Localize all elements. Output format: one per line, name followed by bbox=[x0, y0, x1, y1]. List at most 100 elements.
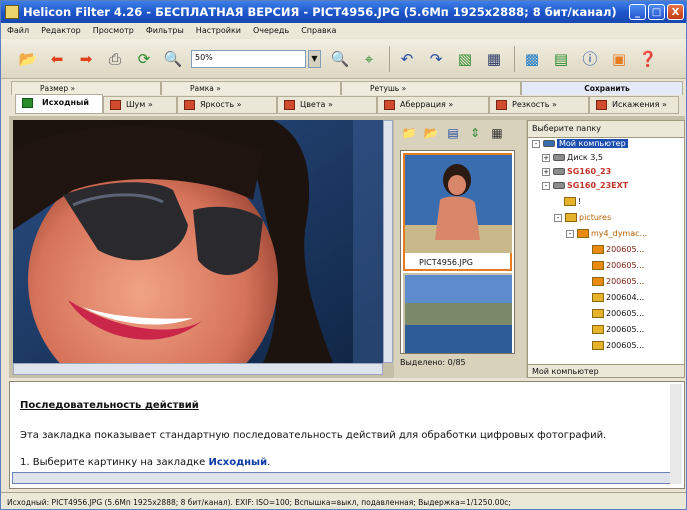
tree-node[interactable]: 200605... bbox=[592, 309, 644, 318]
tree-node[interactable]: 200605... bbox=[592, 325, 644, 334]
view-icon[interactable]: ▦ bbox=[488, 124, 506, 142]
info-icon[interactable]: ▣ bbox=[608, 48, 630, 70]
computer-icon bbox=[543, 140, 555, 147]
undo-icon[interactable]: ↶ bbox=[396, 48, 418, 70]
menu-help[interactable]: Справка bbox=[301, 26, 336, 35]
filter-icon bbox=[110, 100, 121, 110]
tab-frame[interactable]: Рамка » bbox=[161, 81, 341, 95]
tab-aberration[interactable]: Аберрация » bbox=[377, 96, 489, 114]
rotate-icon[interactable]: ⟳ bbox=[133, 48, 155, 70]
open-folder-icon[interactable]: 📂 bbox=[422, 124, 440, 142]
tab-label: Аберрация » bbox=[400, 100, 454, 109]
tree-node[interactable]: 200605... bbox=[592, 245, 644, 254]
tab-size[interactable]: Размер » bbox=[11, 81, 161, 95]
image-preview[interactable] bbox=[13, 120, 383, 363]
tab-distortion[interactable]: Искажения » bbox=[589, 96, 679, 114]
open-folder-icon[interactable]: 📂 bbox=[17, 48, 39, 70]
batch-icon[interactable]: ▧ bbox=[454, 48, 476, 70]
tab-sharpness[interactable]: Резкость » bbox=[489, 96, 589, 114]
tab-brightness[interactable]: Яркость » bbox=[177, 96, 277, 114]
tree-node[interactable]: - pictures bbox=[554, 213, 611, 222]
thumbnails-icon[interactable]: ▩ bbox=[521, 48, 543, 70]
folder-tree-status: Мой компьютер bbox=[528, 364, 684, 377]
tree-node[interactable]: 200605... bbox=[592, 277, 644, 286]
help-icon[interactable]: ❓ bbox=[637, 48, 659, 70]
tree-node[interactable]: + Диск 3,5 bbox=[542, 153, 603, 162]
tree-node[interactable]: 200604... bbox=[592, 293, 644, 302]
menu-queue[interactable]: Очередь bbox=[253, 26, 289, 35]
title-bar[interactable]: Helicon Filter 4.26 - БЕСПЛАТНАЯ ВЕРСИЯ … bbox=[1, 1, 686, 23]
tree-icon[interactable]: ▤ bbox=[550, 48, 572, 70]
chevron-down-icon[interactable]: ▼ bbox=[308, 49, 321, 68]
menu-edit[interactable]: Редактор bbox=[41, 26, 81, 35]
filter-icon bbox=[184, 100, 195, 110]
drive-icon bbox=[553, 182, 565, 189]
vertical-scrollbar[interactable] bbox=[383, 120, 393, 363]
help-panel: Последовательность действий Эта закладка… bbox=[9, 381, 685, 489]
folder-icon bbox=[592, 277, 604, 286]
folder-icon bbox=[592, 293, 604, 302]
thumbnail-item[interactable] bbox=[403, 273, 512, 353]
info-icon[interactable]: ⓘ bbox=[579, 48, 601, 70]
window-title: Helicon Filter 4.26 - БЕСПЛАТНАЯ ВЕРСИЯ … bbox=[23, 5, 617, 19]
help-text: Эта закладка показывает стандартную посл… bbox=[20, 430, 607, 441]
folder-tree-panel: Выберите папку - Мой компьютер + Диск 3,5 … bbox=[527, 120, 685, 378]
tree-node[interactable]: + SG160_23 bbox=[542, 167, 611, 176]
tab-label: Шум » bbox=[126, 100, 153, 109]
help-step-text: 1. Выберите картинку на закладке bbox=[20, 457, 209, 468]
folder-icon bbox=[592, 309, 604, 318]
zoom-out-icon[interactable]: 🔍 bbox=[162, 48, 184, 70]
filter-icon bbox=[384, 100, 395, 110]
file-icon[interactable]: ▤ bbox=[444, 124, 462, 142]
app-icon bbox=[5, 5, 19, 19]
thumbnail-list: PICT4956.JPG bbox=[400, 150, 515, 354]
folder-icon bbox=[592, 245, 604, 254]
tab-noise[interactable]: Шум » bbox=[103, 96, 177, 114]
horizontal-scrollbar[interactable] bbox=[12, 472, 674, 484]
tree-node[interactable]: ! bbox=[564, 197, 581, 206]
tree-node[interactable]: - my4_dymac... bbox=[566, 229, 647, 238]
tab-save[interactable]: Сохранить bbox=[521, 81, 683, 95]
folder-icon bbox=[577, 229, 589, 238]
minimize-button[interactable]: _ bbox=[629, 4, 646, 20]
thumbnail-panel: 📁 📂 ▤ ⇕ ▦ PICT4956.JPG Выделено: 0/85 bbox=[394, 120, 526, 378]
tree-node[interactable]: 200605... bbox=[592, 341, 644, 350]
tab-label: Исходный bbox=[42, 98, 89, 107]
compare-icon[interactable]: ▦ bbox=[483, 48, 505, 70]
tree-node[interactable]: - SG160_23EXT bbox=[542, 181, 628, 190]
sort-icon[interactable]: ⇕ bbox=[466, 124, 484, 142]
menu-bar: Файл Редактор Просмотр Фильтры Настройки… bbox=[1, 23, 686, 38]
back-arrow-icon[interactable]: ⬅ bbox=[46, 48, 68, 70]
folder-icon bbox=[564, 197, 576, 206]
menu-settings[interactable]: Настройки bbox=[196, 26, 241, 35]
menu-filters[interactable]: Фильтры bbox=[146, 26, 184, 35]
zoom-combobox[interactable]: 50% bbox=[191, 49, 306, 68]
fit-icon[interactable]: ⌖ bbox=[358, 48, 380, 70]
tree-node[interactable]: 200605... bbox=[592, 261, 644, 270]
menu-file[interactable]: Файл bbox=[7, 26, 29, 35]
redo-icon[interactable]: ↷ bbox=[425, 48, 447, 70]
menu-view[interactable]: Просмотр bbox=[93, 26, 134, 35]
status-bar: Исходный: PICT4956.JPG (5.6Мп 1925x2888;… bbox=[1, 492, 686, 509]
tab-retouch[interactable]: Ретушь » bbox=[341, 81, 521, 95]
horizontal-scrollbar[interactable] bbox=[13, 363, 383, 375]
tree-node[interactable]: - Мой компьютер bbox=[532, 139, 628, 148]
help-step-end: . bbox=[267, 457, 271, 468]
thumbnail-item[interactable]: PICT4956.JPG bbox=[403, 153, 512, 271]
filter-icon bbox=[284, 100, 295, 110]
help-link[interactable]: Исходный bbox=[208, 457, 267, 468]
folder-icon bbox=[592, 341, 604, 350]
drive-icon bbox=[553, 154, 565, 161]
vertical-scrollbar[interactable] bbox=[670, 384, 682, 484]
close-button[interactable]: X bbox=[667, 4, 684, 20]
tab-label: Резкость » bbox=[512, 100, 557, 109]
open-folder-icon[interactable]: 📁 bbox=[400, 124, 418, 142]
zoom-in-icon[interactable]: 🔍 bbox=[329, 48, 351, 70]
forward-arrow-icon[interactable]: ➡ bbox=[75, 48, 97, 70]
tab-colors[interactable]: Цвета » bbox=[277, 96, 377, 114]
maximize-button[interactable]: □ bbox=[648, 4, 665, 20]
filter-icon bbox=[496, 100, 507, 110]
tab-original[interactable]: Исходный bbox=[15, 94, 103, 114]
print-icon[interactable]: ⎙ bbox=[104, 48, 126, 70]
help-title[interactable]: Последовательность действий bbox=[20, 400, 199, 411]
